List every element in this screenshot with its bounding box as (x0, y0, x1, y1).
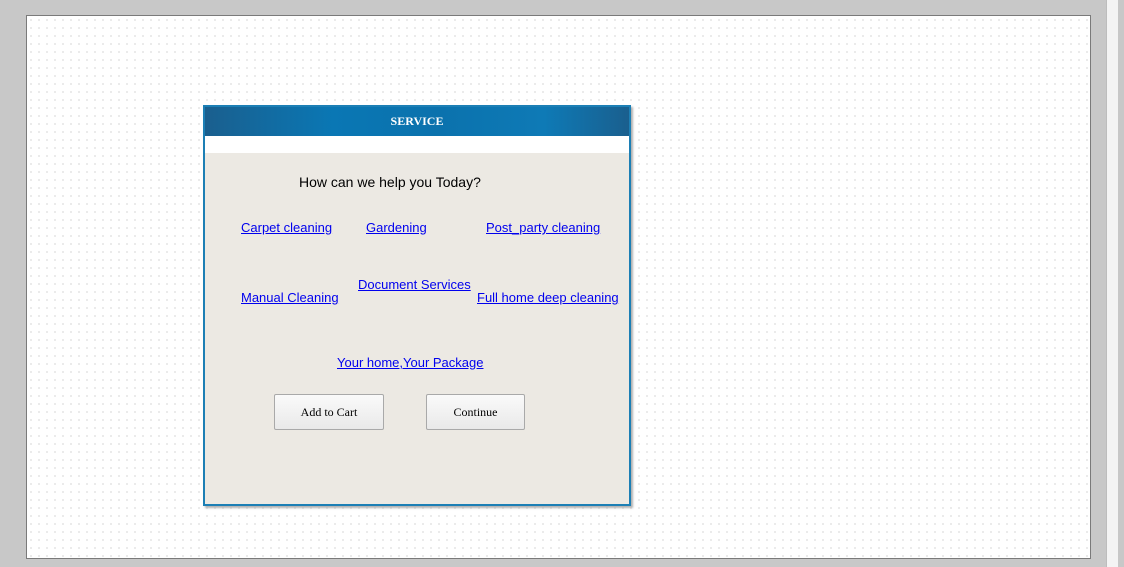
panel-title: SERVICE (205, 107, 629, 136)
full-home-deep-cleaning-link[interactable]: Full home deep cleaning (477, 290, 619, 305)
gardening-link[interactable]: Gardening (366, 220, 427, 235)
service-panel: SERVICE How can we help you Today? Carpe… (203, 105, 631, 506)
window-edge (1118, 0, 1124, 567)
carpet-cleaning-link[interactable]: Carpet cleaning (241, 220, 332, 235)
manual-cleaning-link[interactable]: Manual Cleaning (241, 290, 339, 305)
help-prompt: How can we help you Today? (299, 174, 481, 190)
add-to-cart-button[interactable]: Add to Cart (274, 394, 384, 430)
post-party-cleaning-link[interactable]: Post_party cleaning (486, 220, 600, 235)
document-services-link[interactable]: Document Services (358, 277, 471, 292)
page-canvas: SERVICE How can we help you Today? Carpe… (26, 15, 1091, 559)
your-home-your-package-link[interactable]: Your home,Your Package (337, 355, 483, 370)
panel-header-strip (205, 136, 629, 153)
continue-button[interactable]: Continue (426, 394, 525, 430)
